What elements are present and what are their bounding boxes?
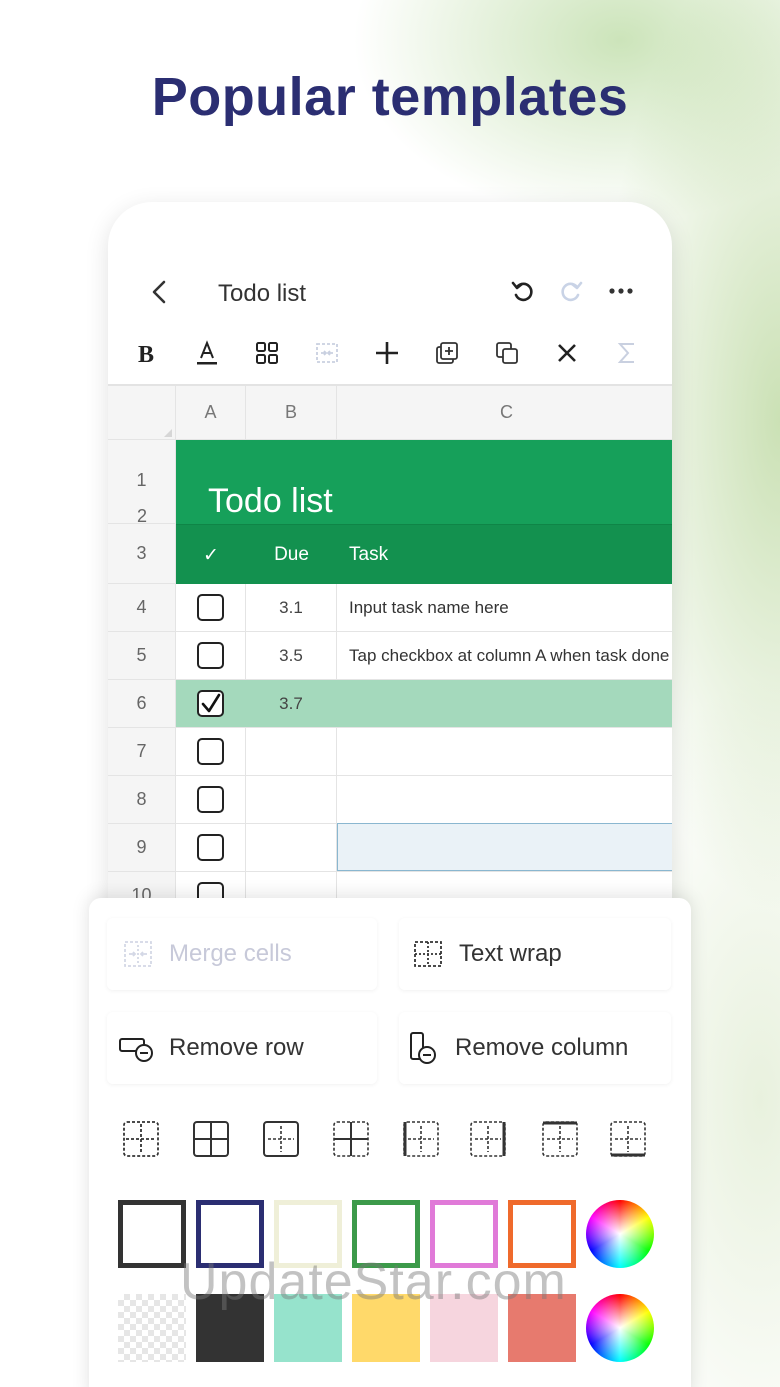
remove-column-label: Remove column [455,1034,629,1061]
table-row: 3.5 Tap checkbox at column A when task d… [176,632,672,680]
text-wrap-label: Text wrap [459,940,562,967]
row-number-2[interactable]: 2 [108,506,176,524]
back-chevron-icon[interactable] [148,278,172,306]
row-number-label: 2 [136,506,147,524]
table-row-done: 3.7 [176,680,672,728]
row-number-label: 1 [136,470,147,490]
row-number-7[interactable]: 7 [108,728,176,776]
checkbox-unchecked-icon[interactable] [197,594,224,621]
document-title: Todo list [218,280,307,307]
top-bar: Todo list [108,262,672,322]
sheet-title: Todo list [208,482,333,520]
copy-icon[interactable] [490,336,524,370]
checkbox-cell[interactable] [176,728,246,775]
remove-row-label: Remove row [169,1034,304,1061]
task-cell[interactable]: Input task name here [337,584,672,631]
checkbox-unchecked-icon[interactable] [197,834,224,861]
task-cell[interactable] [337,776,672,823]
task-cell[interactable]: Tap checkbox at column A when task done [337,632,672,679]
remove-column-button[interactable]: Remove column [399,1012,671,1084]
checkbox-cell[interactable] [176,680,246,727]
column-header-a[interactable]: A [176,386,246,440]
undo-icon[interactable] [510,278,536,304]
selected-task-cell[interactable] [337,823,672,871]
border-outer-icon[interactable] [262,1120,300,1158]
svg-text:B: B [138,342,154,367]
table-row [176,776,672,824]
border-color-picker-icon[interactable] [586,1200,654,1268]
table-row [176,728,672,776]
text-wrap-icon [414,941,442,967]
remove-row-button[interactable]: Remove row [107,1012,377,1084]
column-header-c[interactable]: C [337,386,672,440]
cell-options-panel: Merge cells Text wrap Remove row Remove … [89,898,691,1387]
sum-icon [610,336,644,370]
table-row [176,823,672,872]
checkbox-cell[interactable] [176,776,246,823]
border-bottom-icon[interactable] [609,1120,647,1158]
format-toolbar: B [108,332,672,376]
checkbox-cell[interactable] [176,824,246,871]
delete-icon[interactable] [550,336,584,370]
checkbox-checked-icon[interactable] [197,690,224,717]
text-color-icon[interactable] [190,336,224,370]
border-color-swatch[interactable] [118,1200,186,1268]
due-cell[interactable]: 3.5 [246,632,337,679]
checkbox-cell[interactable] [176,584,246,631]
redo-icon[interactable] [558,278,584,304]
watermark: UpdateStar.com [180,1253,567,1311]
border-top-icon[interactable] [541,1120,579,1158]
row-number-9[interactable]: 9 [108,824,176,872]
header-check[interactable]: ✓ [176,525,246,585]
sheet-title-band[interactable]: Todo list [176,440,672,524]
table-row: 3.1 Input task name here [176,584,672,632]
insert-icon[interactable] [430,336,464,370]
text-wrap-button[interactable]: Text wrap [399,918,671,990]
fill-color-transparent-swatch[interactable] [118,1294,186,1362]
due-cell[interactable] [246,776,337,823]
checkbox-unchecked-icon[interactable] [197,738,224,765]
bold-icon[interactable]: B [130,336,164,370]
border-none-icon[interactable] [122,1120,160,1158]
due-cell[interactable]: 3.7 [246,680,337,727]
checkbox-cell[interactable] [176,632,246,679]
border-left-icon[interactable] [402,1120,440,1158]
row-number-4[interactable]: 4 [108,584,176,632]
add-icon[interactable] [370,336,404,370]
border-inner-icon[interactable] [332,1120,370,1158]
remove-row-icon [119,1038,153,1062]
spreadsheet-grid: A B C 1 2 3 4 5 6 7 8 9 10 Todo list ✓ D… [108,384,672,920]
row-number-6[interactable]: 6 [108,680,176,728]
cell-style-icon[interactable] [250,336,284,370]
row-number-3[interactable]: 3 [108,524,176,584]
page-headline: Popular templates [151,67,629,127]
task-cell[interactable] [337,728,672,775]
fill-color-picker-icon[interactable] [586,1294,654,1362]
border-right-icon[interactable] [469,1120,507,1158]
merge-cells-icon [124,941,152,967]
merge-icon [310,336,344,370]
checkbox-unchecked-icon[interactable] [197,786,224,813]
merge-cells-label: Merge cells [169,940,292,967]
merge-cells-button[interactable]: Merge cells [107,918,377,990]
task-cell[interactable] [337,680,672,727]
remove-column-icon [410,1032,436,1064]
table-header-row: ✓ Due Task [176,524,672,584]
due-cell[interactable] [246,728,337,775]
due-cell[interactable]: 3.1 [246,584,337,631]
row-number-8[interactable]: 8 [108,776,176,824]
row-number-5[interactable]: 5 [108,632,176,680]
more-options-icon[interactable] [608,278,634,304]
header-due[interactable]: Due [246,525,337,585]
border-all-icon[interactable] [192,1120,230,1158]
checkbox-unchecked-icon[interactable] [197,642,224,669]
header-task[interactable]: Task [337,525,672,585]
due-cell[interactable] [246,824,337,871]
select-all-corner[interactable] [108,386,176,440]
column-header-b[interactable]: B [246,386,337,440]
